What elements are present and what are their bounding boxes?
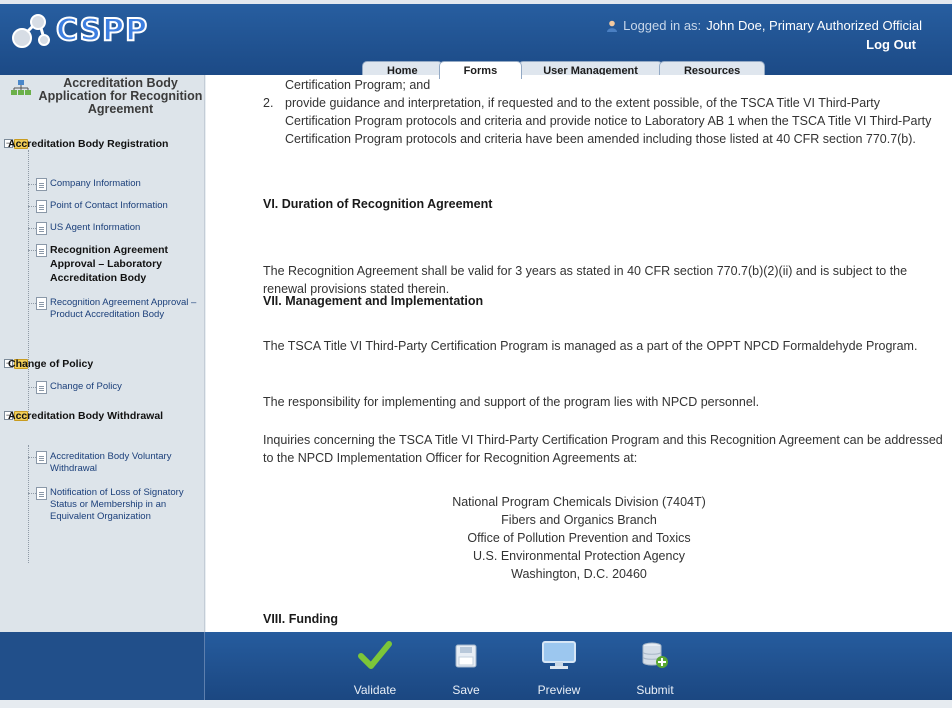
user-icon bbox=[607, 20, 618, 32]
document-icon bbox=[36, 222, 47, 235]
logout-link[interactable]: Log Out bbox=[866, 37, 916, 52]
sidebar-title: Accreditation Body Application for Recog… bbox=[38, 76, 203, 116]
window-bottom-edge bbox=[0, 700, 952, 708]
paragraph-management: The TSCA Title VI Third-Party Certificat… bbox=[263, 339, 918, 353]
document-icon bbox=[36, 178, 47, 191]
paragraph-inquiries: Inquiries concerning the TSCA Title VI T… bbox=[263, 433, 943, 465]
agreement-document: Certification Program; and 2. provide gu… bbox=[206, 75, 952, 632]
tab-forms[interactable]: Forms bbox=[438, 61, 523, 79]
paragraph-responsibility: The responsibility for implementing and … bbox=[263, 395, 760, 409]
sidebar-item-voluntary-withdrawal[interactable]: Accreditation Body Voluntary Withdrawal bbox=[50, 451, 200, 475]
tree-group-registration[interactable]: Accreditation Body Registration bbox=[8, 137, 198, 152]
sidebar-item-change-of-policy[interactable]: Change of Policy bbox=[50, 381, 200, 393]
monitor-icon bbox=[542, 641, 576, 669]
document-icon bbox=[36, 297, 47, 310]
login-info: Logged in as: John Doe, Primary Authoriz… bbox=[606, 18, 922, 33]
user-name: John Doe, Primary Authorized Official bbox=[706, 18, 922, 33]
document-icon bbox=[36, 381, 47, 394]
tree-root-icon bbox=[11, 80, 31, 95]
sidebar-item-company-information[interactable]: Company Information bbox=[50, 178, 200, 190]
section-heading-funding: VIII. Funding bbox=[263, 612, 338, 626]
logo-text: CSPP bbox=[55, 12, 149, 49]
tree-connector bbox=[28, 377, 29, 402]
address-line: Washington, D.C. 20460 bbox=[511, 567, 647, 581]
tree-group-withdrawal[interactable]: Accreditation Body Withdrawal bbox=[8, 409, 198, 424]
sidebar-item-product-accreditation-body[interactable]: Recognition Agreement Approval – Product… bbox=[50, 297, 200, 321]
form-navigation-sidebar: Accreditation Body Application for Recog… bbox=[0, 75, 205, 632]
save-button[interactable]: Save bbox=[431, 632, 501, 700]
list-item-2: provide guidance and interpretation, if … bbox=[285, 96, 932, 146]
address-line: U.S. Environmental Protection Agency bbox=[473, 549, 685, 563]
molecule-logo-icon bbox=[12, 14, 50, 48]
section-heading-duration: VI. Duration of Recognition Agreement bbox=[263, 197, 493, 211]
sidebar-item-loss-of-signatory-status[interactable]: Notification of Loss of Signatory Status… bbox=[50, 487, 200, 523]
login-prefix: Logged in as: bbox=[623, 18, 702, 33]
preview-label: Preview bbox=[537, 683, 581, 697]
document-icon bbox=[36, 451, 47, 464]
submit-button[interactable]: Submit bbox=[620, 632, 690, 700]
app-header: CSPP Logged in as: John Doe, Primary Aut… bbox=[0, 0, 952, 79]
action-toolbar: Validate Save Preview Submit bbox=[0, 632, 952, 700]
address-line: Office of Pollution Prevention and Toxic… bbox=[467, 531, 691, 545]
cspp-logo: CSPP bbox=[10, 10, 148, 50]
sidebar-item-us-agent[interactable]: US Agent Information bbox=[50, 222, 200, 234]
list-number: 2. bbox=[263, 96, 274, 110]
database-add-icon bbox=[642, 642, 668, 668]
validate-label: Validate bbox=[353, 683, 397, 697]
preview-button[interactable]: Preview bbox=[524, 632, 594, 700]
tree-group-change-of-policy[interactable]: Change of Policy bbox=[8, 357, 198, 372]
tree-group-label: Accreditation Body Registration bbox=[8, 138, 169, 150]
sidebar-item-lab-accreditation-body[interactable]: Recognition Agreement Approval – Laborat… bbox=[50, 243, 200, 285]
tree-connector bbox=[28, 445, 29, 563]
section-heading-management: VII. Management and Implementation bbox=[263, 294, 484, 308]
document-icon bbox=[36, 487, 47, 500]
toolbar-left-panel bbox=[0, 632, 205, 700]
submit-label: Submit bbox=[636, 683, 674, 697]
document-icon bbox=[36, 244, 47, 257]
paragraph-duration: The Recognition Agreement shall be valid… bbox=[263, 264, 908, 296]
validate-button[interactable]: Validate bbox=[340, 632, 410, 700]
save-label: Save bbox=[452, 683, 480, 697]
address-line: Fibers and Organics Branch bbox=[501, 513, 657, 527]
address-line: National Program Chemicals Division (740… bbox=[452, 495, 706, 509]
sidebar-item-point-of-contact[interactable]: Point of Contact Information bbox=[50, 200, 200, 212]
list-item-continuation: Certification Program; and bbox=[285, 78, 431, 92]
floppy-disk-icon bbox=[455, 644, 477, 668]
document-icon bbox=[36, 200, 47, 213]
checkmark-icon bbox=[358, 641, 392, 669]
